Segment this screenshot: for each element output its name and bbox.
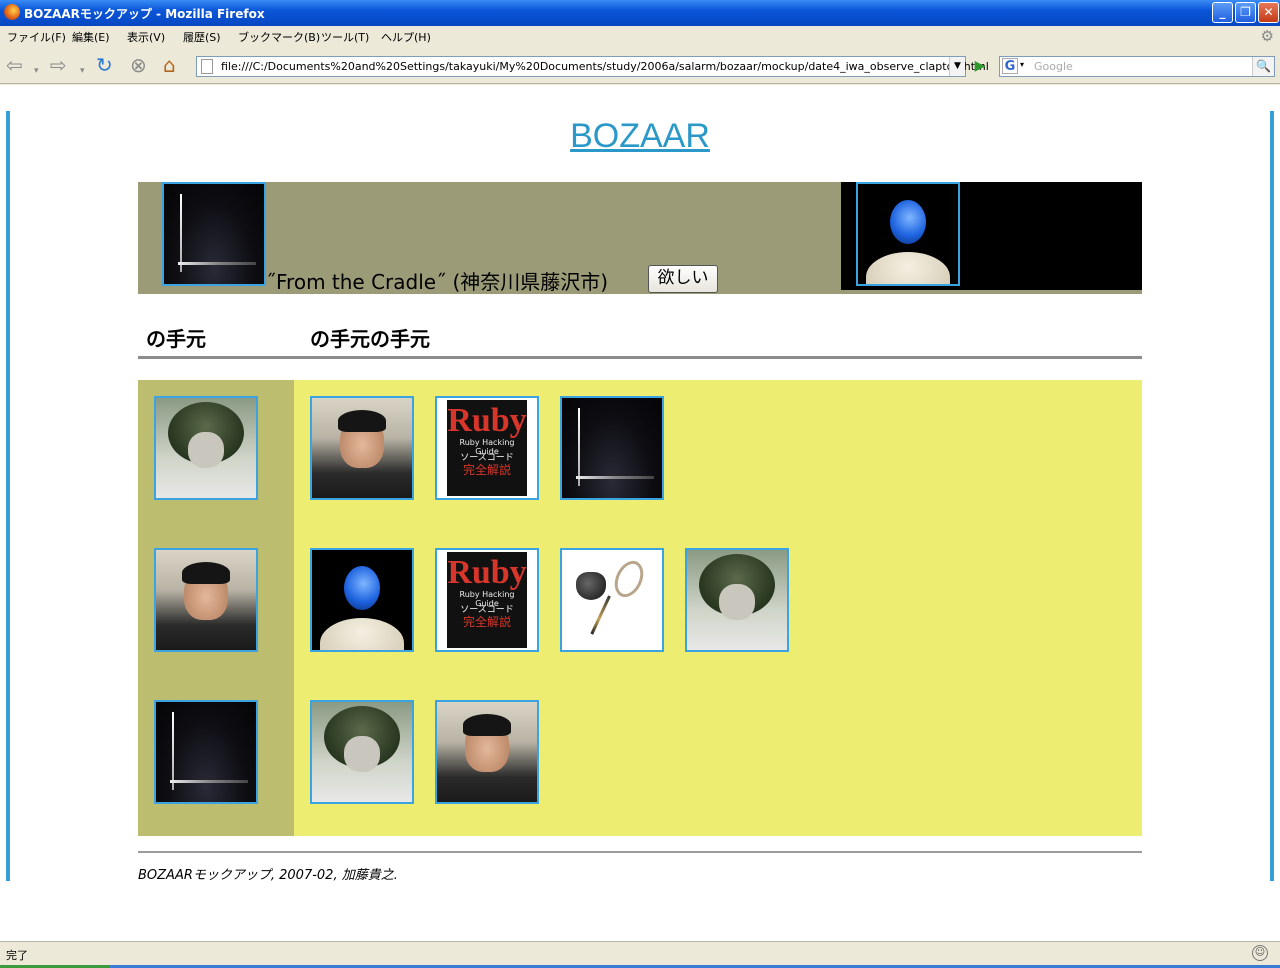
list-item[interactable] [154,548,258,652]
person-photo [156,550,256,650]
person-photo [437,702,537,802]
go-icon[interactable]: ▶ [970,56,990,77]
list-item[interactable] [685,548,789,652]
person-photo [687,550,787,650]
page-viewport: BOZAAR ˝From the Cradle˝ (神奈川県藤沢市) 欲しい の… [0,85,1280,941]
navigation-toolbar: ⇦ ▾ ⇨ ▾ ↻ ⊗ ⌂ file:///C:/Documents%20and… [0,46,1280,84]
book-cover-image: Ruby Ruby Hacking Guide ソースコード 完全解説 [437,550,537,650]
column-header-owner: の手元 [146,327,206,351]
status-bar: 完了 ☺ [0,941,1280,968]
book-jp-line-2: 完全解説 [462,615,511,630]
list-item[interactable] [560,548,664,652]
list-item[interactable]: Ruby Ruby Hacking Guide ソースコード 完全解説 [435,396,539,500]
menu-view[interactable]: 表示(V) [127,29,165,45]
want-button[interactable]: 欲しい [648,265,718,293]
book-cover-image: Ruby Ruby Hacking Guide ソースコード 完全解説 [437,398,537,498]
list-item[interactable] [560,396,664,500]
url-text[interactable]: file:///C:/Documents%20and%20Settings/ta… [221,60,989,73]
firefox-icon [4,4,20,20]
cd-cover-image [164,184,264,284]
person-photo [156,398,256,498]
search-bar[interactable]: G ▾ Google 🔍 [999,56,1275,77]
window-title: BOZAARモックアップ - Mozilla Firefox [24,7,265,21]
column-header-owner-of-owner: の手元の手元 [310,327,430,351]
person-photo [312,398,412,498]
back-dropdown-icon[interactable]: ▾ [34,60,39,82]
menu-tools[interactable]: ツール(T) [321,29,369,45]
person-photo [312,702,412,802]
url-dropdown-icon[interactable]: ▼ [949,57,965,76]
close-button[interactable]: ✕ [1258,2,1279,23]
title-bar: BOZAARモックアップ - Mozilla Firefox _ ❐ ✕ [0,0,1280,26]
menu-edit[interactable]: 編集(E) [72,29,110,45]
search-engine-icon[interactable]: G [1002,58,1018,74]
moon-image [312,550,412,650]
stop-icon[interactable]: ⊗ [130,54,147,76]
holdings-grid: Ruby Ruby Hacking Guide ソースコード 完全解説 Ruby… [138,380,1142,836]
moon-image [858,184,958,284]
search-icon[interactable]: 🔍 [1252,57,1274,76]
search-engine-dropdown-icon[interactable]: ▾ [1020,60,1024,69]
footer-divider [138,851,1142,853]
menu-help[interactable]: ヘルプ(H) [381,29,431,45]
item-banner: ˝From the Cradle˝ (神奈川県藤沢市) 欲しい [138,182,1142,294]
maximize-button[interactable]: ❐ [1235,2,1256,23]
menu-file[interactable]: ファイル(F) [7,29,66,45]
list-item[interactable]: Ruby Ruby Hacking Guide ソースコード 完全解説 [435,548,539,652]
url-bar[interactable]: file:///C:/Documents%20and%20Settings/ta… [196,56,989,77]
cd-cover-image [156,702,256,802]
site-title-link[interactable]: BOZAAR [570,117,710,155]
site-title: BOZAAR [0,117,1280,156]
list-item[interactable] [154,396,258,500]
search-input[interactable]: Google [1034,60,1073,73]
list-item[interactable] [435,700,539,804]
book-jp-line-2: 完全解説 [462,463,511,478]
header-divider [138,356,1142,359]
forward-icon[interactable]: ⇨ [50,54,67,76]
minimize-button[interactable]: _ [1212,2,1233,23]
item-name: ˝From the Cradle˝ (神奈川県藤沢市) [266,270,609,294]
item-thumbnail[interactable] [162,182,266,286]
racket-image [562,550,662,650]
menu-bookmarks[interactable]: ブックマーク(B) [238,29,320,45]
footer-text: BOZAARモックアップ, 2007-02, 加藤貴之. [138,868,398,883]
reload-icon[interactable]: ↻ [96,54,113,76]
list-item[interactable] [310,548,414,652]
book-title: Ruby [447,401,527,439]
cd-cover-image [562,398,662,498]
throbber-icon: ⚙ [1260,27,1274,45]
owner-thumbnail[interactable] [856,182,960,286]
left-rail [6,111,10,881]
home-icon[interactable]: ⌂ [163,54,176,76]
list-item[interactable] [154,700,258,804]
right-rail [1270,111,1274,881]
book-title: Ruby [447,553,527,591]
list-item[interactable] [310,396,414,500]
forward-dropdown-icon[interactable]: ▾ [80,60,85,82]
page-icon [201,59,213,74]
menu-history[interactable]: 履歴(S) [183,29,221,45]
menu-bar: ファイル(F) 編集(E) 表示(V) 履歴(S) ブックマーク(B) ツール(… [0,26,1280,46]
status-smiley-icon: ☺ [1252,945,1268,961]
list-item[interactable] [310,700,414,804]
back-icon[interactable]: ⇦ [6,54,23,76]
status-text: 完了 [6,949,28,962]
